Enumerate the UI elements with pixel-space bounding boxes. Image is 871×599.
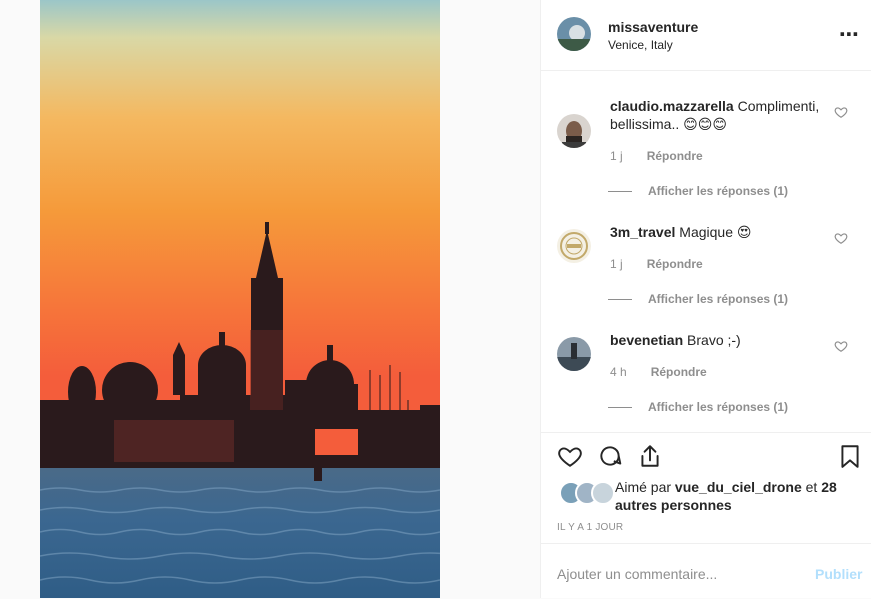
commenter-avatar[interactable] — [557, 229, 591, 263]
comment-meta: 1 j Répondre — [610, 257, 703, 271]
likes-connector: et — [805, 479, 818, 495]
comment-age: 1 j — [610, 257, 623, 271]
comment-body: Bravo ;-) — [687, 332, 741, 348]
view-replies-label[interactable]: Afficher les réponses (1) — [648, 184, 788, 198]
commenter-avatar[interactable] — [557, 114, 591, 148]
reply-button[interactable]: Répondre — [647, 149, 703, 163]
view-replies-label[interactable]: Afficher les réponses (1) — [648, 292, 788, 306]
comment-meta: 1 j Répondre — [610, 149, 703, 163]
comment-text: claudio.mazzarella Complimenti, bellissi… — [610, 97, 820, 133]
heart-icon[interactable] — [834, 339, 848, 353]
view-replies-button[interactable]: Afficher les réponses (1) — [608, 292, 788, 306]
comment-username[interactable]: claudio.mazzarella — [610, 98, 734, 114]
post-header: missaventure Venice, Italy ⋯ — [541, 0, 871, 71]
heart-icon[interactable] — [557, 443, 583, 469]
comment-age: 1 j — [610, 149, 623, 163]
post-timestamp[interactable]: IL Y A 1 JOUR — [557, 522, 623, 533]
author-avatar[interactable] — [557, 17, 591, 51]
likes-prefix: Aimé par — [615, 479, 672, 495]
publish-button[interactable]: Publier — [815, 566, 862, 582]
heart-icon[interactable] — [834, 231, 848, 245]
more-icon[interactable]: ⋯ — [839, 22, 859, 47]
post-actions: Aimé par vue_du_ciel_drone et 28 autres … — [541, 432, 871, 543]
bookmark-icon[interactable] — [837, 443, 863, 469]
post-photo[interactable] — [40, 0, 440, 598]
post-sidebar: missaventure Venice, Italy ⋯ claudio.maz… — [540, 0, 871, 598]
author-username[interactable]: missaventure — [608, 19, 698, 35]
comment-text: bevenetian Bravo ;-) — [610, 331, 820, 349]
share-icon[interactable] — [637, 443, 663, 469]
post-location[interactable]: Venice, Italy — [608, 38, 673, 52]
comment-meta: 4 h Répondre — [610, 365, 707, 379]
comment-input[interactable]: Ajouter un commentaire... — [557, 566, 717, 582]
replies-divider — [608, 407, 632, 409]
venice-sunset-image — [40, 0, 440, 598]
comment-text: 3m_travel Magique 😍 — [610, 223, 820, 241]
replies-divider — [608, 299, 632, 301]
liker-username[interactable]: vue_du_ciel_drone — [675, 479, 802, 495]
commenter-avatar[interactable] — [557, 337, 591, 371]
likes-summary: Aimé par vue_du_ciel_drone et 28 autres … — [615, 478, 865, 514]
heart-icon[interactable] — [834, 105, 848, 119]
liker-avatar[interactable] — [591, 481, 615, 505]
view-replies-button[interactable]: Afficher les réponses (1) — [608, 400, 788, 414]
view-replies-button[interactable]: Afficher les réponses (1) — [608, 184, 788, 198]
comment-username[interactable]: bevenetian — [610, 332, 683, 348]
add-comment-bar: Ajouter un commentaire... Publier — [541, 543, 871, 599]
comment-body: Magique 😍 — [679, 224, 752, 240]
reply-button[interactable]: Répondre — [647, 257, 703, 271]
reply-button[interactable]: Répondre — [651, 365, 707, 379]
comments-list[interactable]: claudio.mazzarella Complimenti, bellissi… — [541, 71, 871, 431]
comment-age: 4 h — [610, 365, 627, 379]
view-replies-label[interactable]: Afficher les réponses (1) — [648, 400, 788, 414]
replies-divider — [608, 191, 632, 193]
comment-username[interactable]: 3m_travel — [610, 224, 675, 240]
comment-icon[interactable] — [597, 443, 623, 469]
